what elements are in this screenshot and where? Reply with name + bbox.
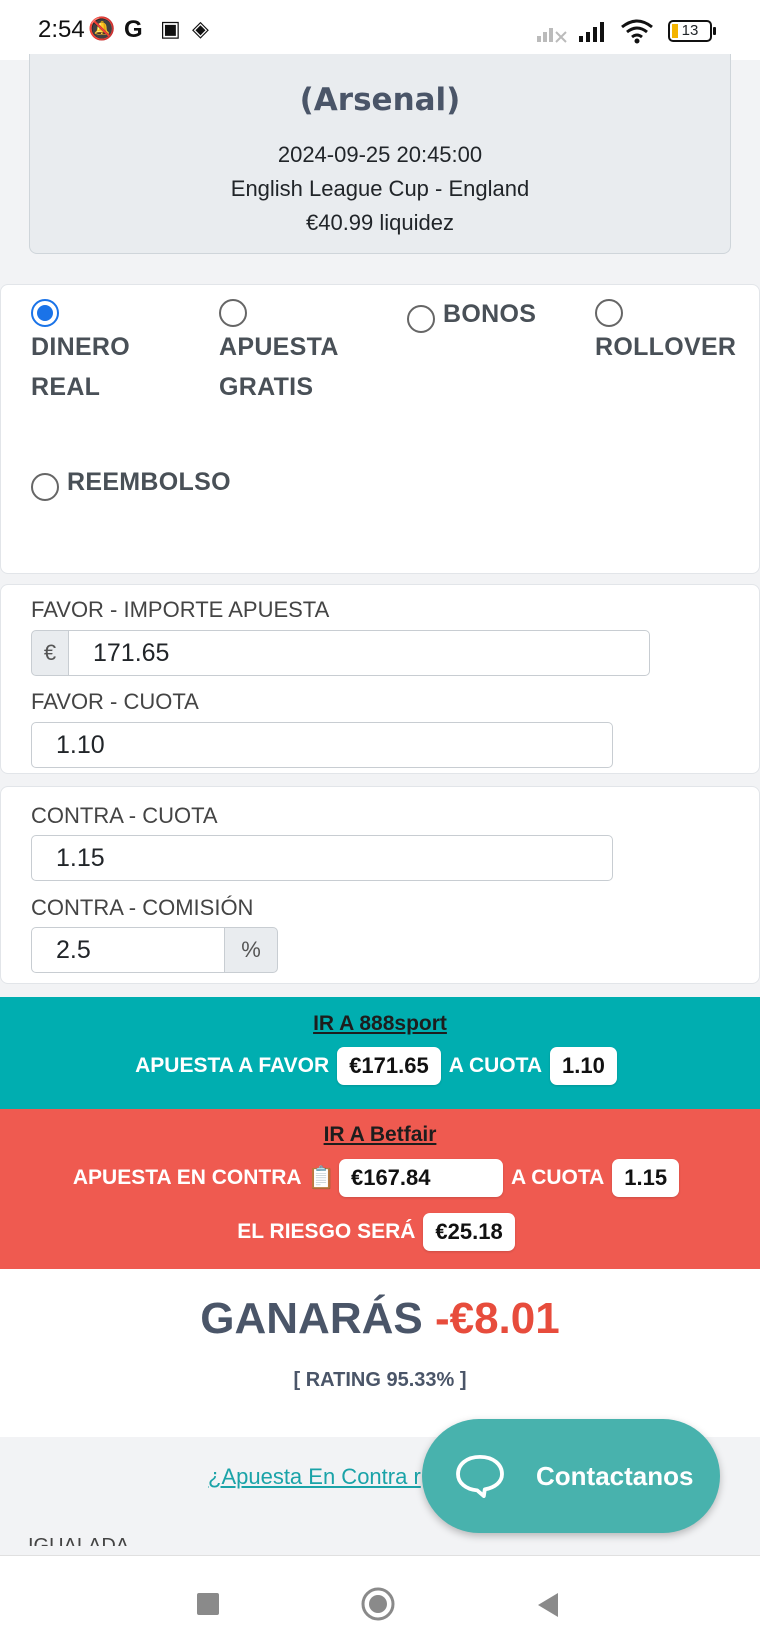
radio-button[interactable] — [31, 473, 59, 501]
radio-label: REEMBOLSO — [67, 468, 231, 496]
radio-button[interactable] — [31, 299, 59, 327]
bookmaker-panel: IR A 888sport APUESTA A FAVOR €171.65 A … — [0, 997, 760, 1109]
clipboard-icon[interactable]: 📋 — [308, 1165, 335, 1191]
contra-odds-label: CONTRA - CUOTA — [31, 803, 218, 828]
radio-reembolso[interactable]: REEMBOLSO — [31, 467, 231, 501]
result-label: GANARÁS — [200, 1294, 423, 1343]
contra-card: CONTRA - CUOTA 1.15 CONTRA - COMISIÓN 2.… — [0, 786, 760, 984]
google-icon: G — [124, 16, 143, 43]
exchange-bet-amount: €167.84 — [338, 1159, 503, 1197]
contra-question-link[interactable]: ¿Apuesta En Contra r — [208, 1464, 421, 1490]
exchange-risk-row: EL RIESGO SERÁ €25.18 — [0, 1213, 760, 1251]
currency-addon: € — [31, 630, 69, 676]
bookmaker-bet-label: APUESTA A FAVOR — [135, 1054, 330, 1077]
percent-addon: % — [224, 927, 278, 973]
event-datetime: 2024-09-25 20:45:00 — [277, 142, 483, 167]
wifi-icon — [621, 19, 653, 44]
mute-bell-icon: 🔕 — [88, 17, 116, 42]
exchange-bet-row: APUESTA EN CONTRA 📋 €167.84 A CUOTA 1.15 — [0, 1159, 760, 1197]
chat-bubble-icon — [456, 1454, 504, 1498]
status-bar: 2:54 🔕 G ▣ ◈ 13 — [0, 0, 760, 60]
exchange-bet-label: APUESTA EN CONTRA — [72, 1166, 302, 1189]
radio-button[interactable] — [595, 299, 623, 327]
radio-label: ROLLOVER — [595, 333, 737, 361]
event-liquidity: €40.99 liquidez — [305, 210, 454, 235]
result-text: GANARÁS -€8.01 — [0, 1294, 760, 1344]
home-icon[interactable] — [361, 1587, 395, 1621]
radio-rollover[interactable]: ROLLOVER — [595, 299, 736, 367]
bookmaker-link[interactable]: IR A 888sport — [0, 1012, 760, 1036]
favor-odds-label: FAVOR - CUOTA — [31, 689, 199, 714]
radio-apuesta-gratis[interactable]: APUESTA GRATIS — [219, 299, 339, 407]
battery-level: 13 — [681, 22, 699, 39]
bookmaker-bet-row: APUESTA A FAVOR €171.65 A CUOTA 1.10 — [0, 1047, 760, 1085]
battery-icon: 13 — [668, 20, 716, 42]
favor-odds-input[interactable]: 1.10 — [31, 722, 613, 768]
radio-bonos[interactable]: BONOS — [407, 299, 536, 333]
exchange-link[interactable]: IR A Betfair — [0, 1123, 760, 1147]
result-card: GANARÁS -€8.01 [ RATING 95.33% ] — [0, 1269, 760, 1437]
radio-button[interactable] — [219, 299, 247, 327]
radio-button[interactable] — [407, 305, 435, 333]
clipboard-notification-icon: ▣ — [160, 17, 181, 42]
next-section-label: IGUALADA — [28, 1535, 130, 1546]
contra-odds-input[interactable]: 1.15 — [31, 835, 613, 881]
contact-button[interactable]: Contactanos — [422, 1419, 720, 1533]
bookmaker-odds: 1.10 — [550, 1047, 617, 1085]
exchange-odds: 1.15 — [612, 1159, 680, 1197]
radio-label: APUESTA — [219, 333, 339, 361]
contact-button-label: Contactanos — [536, 1460, 694, 1491]
exchange-panel: IR A Betfair APUESTA EN CONTRA 📋 €167.84… — [0, 1109, 760, 1269]
event-team: (Arsenal) — [299, 82, 461, 118]
layers-icon: ◈ — [192, 17, 209, 42]
exchange-risk: €25.18 — [423, 1213, 515, 1251]
radio-dinero-real[interactable]: DINERO REAL — [31, 299, 130, 407]
exchange-odds-label: A CUOTA — [510, 1166, 605, 1189]
contra-commission-label: CONTRA - COMISIÓN — [31, 895, 254, 920]
result-value: -€8.01 — [434, 1294, 560, 1343]
radio-label: GRATIS — [219, 373, 314, 401]
exchange-risk-label: EL RIESGO SERÁ — [237, 1220, 416, 1243]
radio-label: REAL — [31, 373, 101, 401]
status-time: 2:54 — [38, 16, 85, 43]
navigation-bar — [0, 1555, 760, 1648]
bookmaker-odds-label: A CUOTA — [448, 1054, 543, 1077]
event-competition: English League Cup - England — [230, 176, 530, 201]
signal-off-icon — [537, 28, 567, 43]
rating: [ RATING 95.33% ] — [293, 1369, 467, 1391]
favor-amount-label: FAVOR - IMPORTE APUESTA — [31, 597, 330, 622]
bookmaker-bet-amount: €171.65 — [337, 1047, 441, 1085]
favor-amount-input[interactable]: 171.65 — [68, 630, 650, 676]
back-icon[interactable] — [536, 1592, 560, 1618]
bet-type-card: DINERO REAL APUESTA GRATIS BONOS ROLLOVE… — [0, 284, 760, 574]
recents-icon[interactable] — [196, 1592, 220, 1616]
radio-label: BONOS — [443, 300, 537, 328]
favor-card: FAVOR - IMPORTE APUESTA € 171.65 FAVOR -… — [0, 584, 760, 774]
event-header-card: (Arsenal) 2024-09-25 20:45:00 English Le… — [29, 54, 731, 254]
signal-icon — [579, 22, 604, 42]
radio-label: DINERO — [31, 333, 131, 361]
contra-commission-input[interactable]: 2.5 — [31, 927, 225, 973]
